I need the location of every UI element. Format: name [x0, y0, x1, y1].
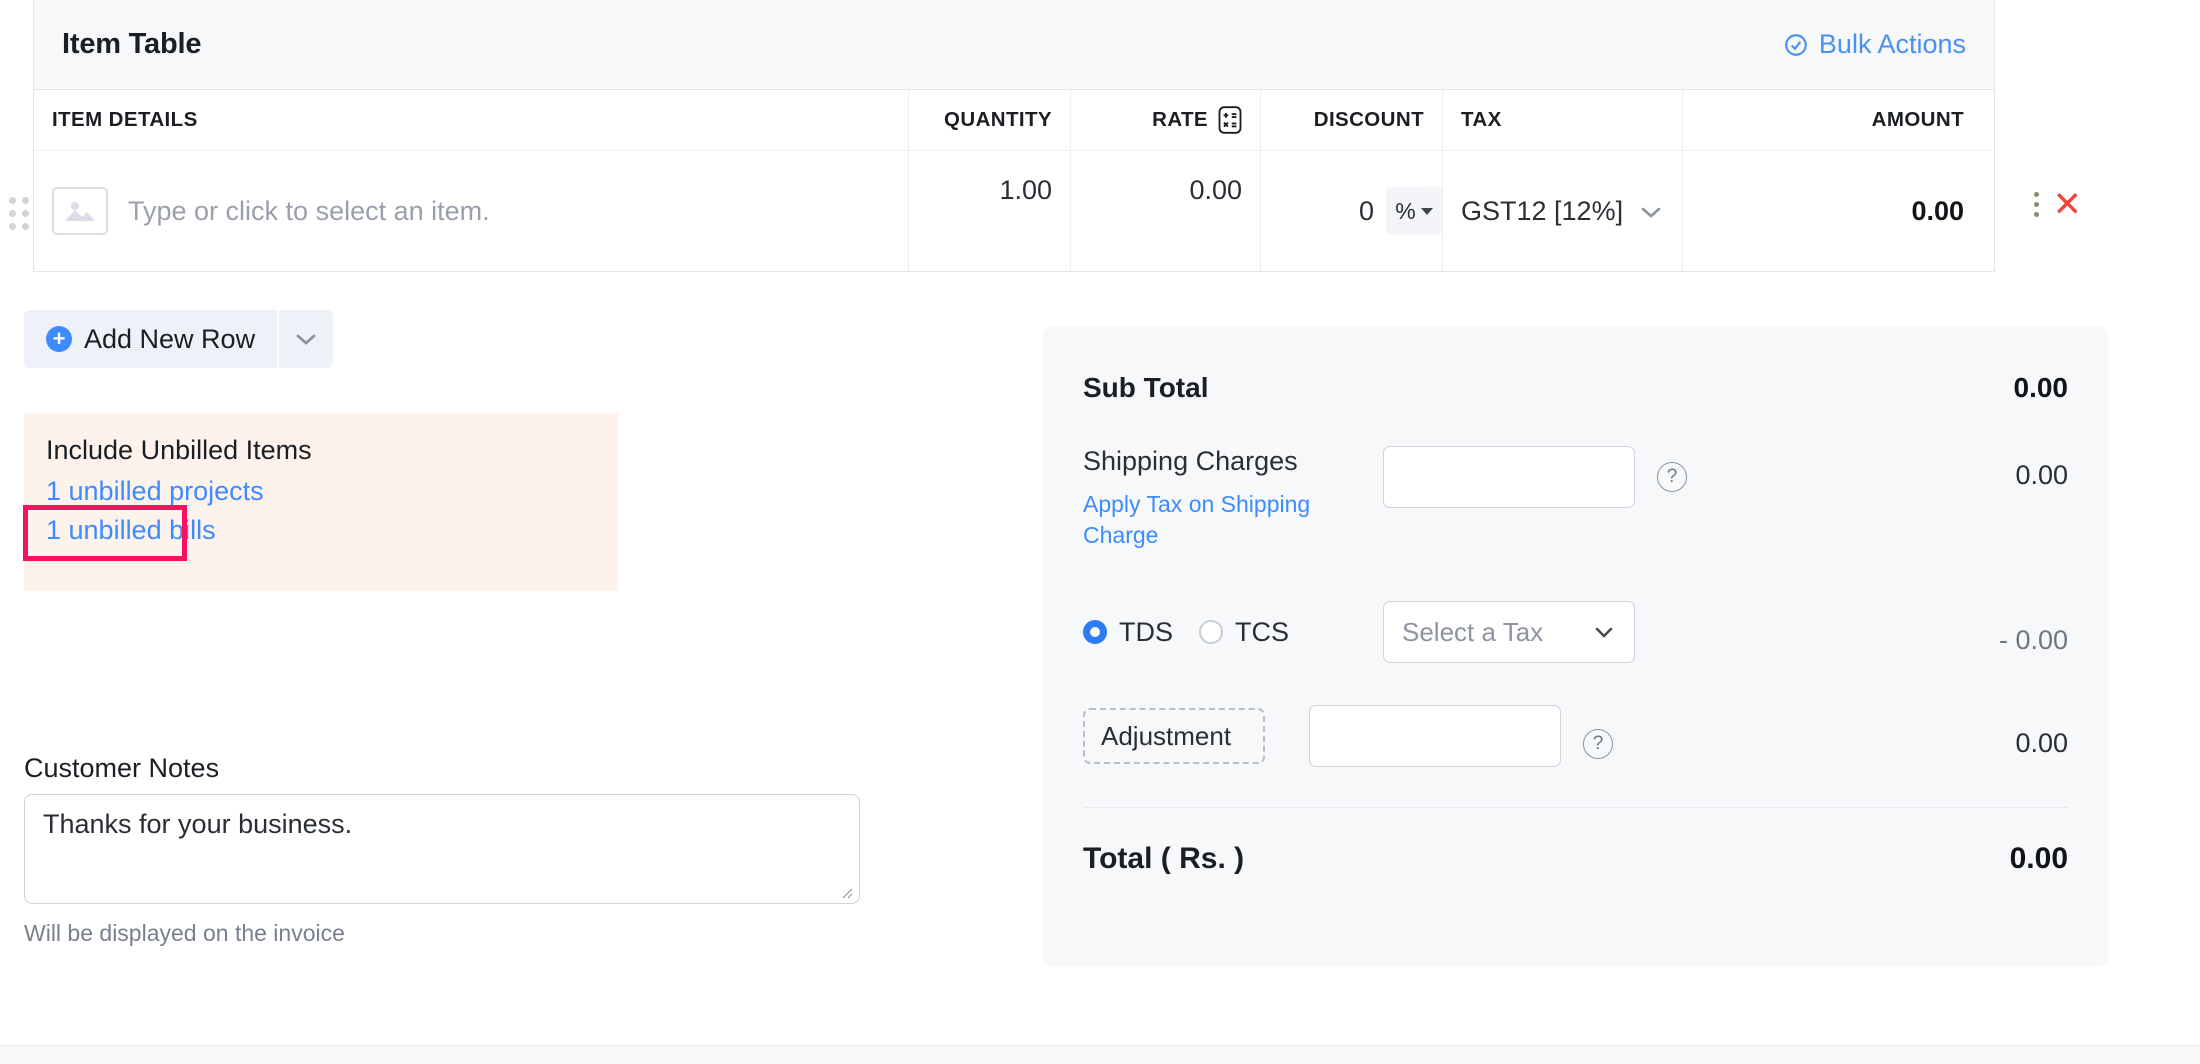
chevron-down-icon — [1638, 198, 1664, 224]
column-header-item-details: ITEM DETAILS — [34, 90, 909, 151]
column-header-amount: AMOUNT — [1683, 90, 1994, 151]
tax-deduction-value: - 0.00 — [1999, 609, 2068, 656]
summary-panel: Sub Total 0.00 Shipping Charges Apply Ta… — [1043, 326, 2108, 966]
radio-tds[interactable]: TDS — [1083, 617, 1173, 648]
help-icon[interactable]: ? — [1583, 729, 1613, 759]
item-table: Item Table Bulk Actions ITEM DETAILS QUA… — [33, 0, 1995, 272]
cell-rate[interactable]: 0.00 — [1071, 151, 1261, 271]
adjustment-row: Adjustment ? 0.00 — [1083, 705, 2068, 767]
radio-tds-label: TDS — [1119, 617, 1173, 648]
apply-tax-on-shipping-link[interactable]: Apply Tax on Shipping Charge — [1083, 489, 1313, 551]
shipping-charges-value: 0.00 — [2015, 446, 2068, 491]
row-actions: ✕ — [2034, 187, 2082, 222]
cell-item-details[interactable]: Type or click to select an item. — [34, 151, 909, 271]
unbilled-bills-link[interactable]: 1 unbilled bills — [46, 515, 618, 546]
customer-notes-value: Thanks for your business. — [43, 809, 352, 839]
tax-select-value: GST12 [12%] — [1461, 196, 1623, 227]
adjustment-label-field[interactable]: Adjustment — [1083, 708, 1265, 764]
item-select-input[interactable]: Type or click to select an item. — [128, 196, 490, 227]
radio-tds-indicator — [1083, 620, 1107, 644]
column-header-rate-label: RATE — [1152, 108, 1208, 132]
customer-notes-label: Customer Notes — [24, 753, 219, 784]
radio-tcs-label: TCS — [1235, 617, 1289, 648]
sub-total-value: 0.00 — [2014, 372, 2069, 404]
customer-notes-hint: Will be displayed on the invoice — [24, 920, 345, 947]
row-more-options-icon[interactable] — [2034, 192, 2039, 217]
resize-handle-icon[interactable] — [839, 885, 853, 899]
drag-handle-icon[interactable] — [9, 197, 29, 230]
bulk-actions-button[interactable]: Bulk Actions — [1783, 29, 1966, 60]
remove-row-icon[interactable]: ✕ — [2053, 187, 2082, 222]
column-header-quantity: QUANTITY — [909, 90, 1071, 151]
adjustment-value: 0.00 — [2015, 714, 2068, 759]
plus-icon: + — [46, 326, 72, 352]
discount-input[interactable]: 0 — [1359, 196, 1374, 227]
tax-select-dropdown[interactable]: Select a Tax — [1383, 601, 1635, 663]
item-table-header: Item Table Bulk Actions — [34, 0, 1994, 90]
radio-tcs-indicator — [1199, 620, 1223, 644]
include-unbilled-items-panel: Include Unbilled Items 1 unbilled projec… — [24, 413, 618, 591]
tds-tcs-row: TDS TCS Select a Tax - 0.00 — [1083, 601, 2068, 663]
total-label: Total ( Rs. ) — [1083, 842, 1244, 876]
shipping-charges-left: Shipping Charges Apply Tax on Shipping C… — [1083, 446, 1383, 551]
customer-notes-textarea[interactable]: Thanks for your business. — [24, 794, 860, 904]
total-row: Total ( Rs. ) 0.00 — [1083, 842, 2068, 876]
bulk-actions-label: Bulk Actions — [1819, 29, 1966, 60]
help-icon[interactable]: ? — [1657, 462, 1687, 492]
add-new-row-label: Add New Row — [84, 324, 255, 355]
calculator-icon[interactable] — [1218, 106, 1242, 134]
chevron-down-icon — [1421, 208, 1433, 215]
check-circle-icon — [1783, 32, 1809, 58]
table-row: Type or click to select an item. 1.00 0.… — [34, 151, 1994, 271]
shipping-charges-row: Shipping Charges Apply Tax on Shipping C… — [1083, 446, 2068, 551]
discount-unit-dropdown[interactable]: % — [1386, 187, 1442, 235]
item-image-placeholder-icon — [52, 187, 108, 235]
unbilled-items-title: Include Unbilled Items — [46, 435, 618, 466]
cell-tax[interactable]: GST12 [12%] — [1443, 151, 1683, 271]
add-new-row-group: + Add New Row — [24, 310, 333, 368]
bottom-bar — [0, 1046, 2200, 1064]
sub-total-row: Sub Total 0.00 — [1083, 326, 2068, 404]
cell-amount: 0.00 — [1683, 151, 1994, 271]
total-value: 0.00 — [2010, 842, 2068, 876]
table-column-headers: ITEM DETAILS QUANTITY RATE — [34, 90, 1994, 151]
invoice-item-table-page: Item Table Bulk Actions ITEM DETAILS QUA… — [0, 0, 2200, 1064]
chevron-down-icon — [1592, 618, 1616, 646]
column-header-discount: DISCOUNT — [1261, 90, 1443, 151]
cell-discount: 0 % — [1261, 151, 1443, 271]
shipping-charges-input[interactable] — [1383, 446, 1635, 508]
discount-unit-label: % — [1395, 198, 1415, 225]
column-header-tax: TAX — [1443, 90, 1683, 151]
page-title: Item Table — [62, 28, 201, 61]
tax-select-placeholder: Select a Tax — [1402, 617, 1543, 648]
adjustment-input[interactable] — [1309, 705, 1561, 767]
summary-divider — [1083, 807, 2068, 808]
radio-tcs[interactable]: TCS — [1199, 617, 1289, 648]
column-header-rate: RATE — [1071, 90, 1261, 151]
add-new-row-button[interactable]: + Add New Row — [24, 310, 277, 368]
shipping-charges-label: Shipping Charges — [1083, 446, 1383, 477]
add-new-row-dropdown-button[interactable] — [277, 310, 333, 368]
cell-quantity[interactable]: 1.00 — [909, 151, 1071, 271]
tds-tcs-radio-group: TDS TCS — [1083, 617, 1383, 648]
unbilled-projects-link[interactable]: 1 unbilled projects — [46, 476, 618, 507]
sub-total-label: Sub Total — [1083, 372, 1208, 404]
